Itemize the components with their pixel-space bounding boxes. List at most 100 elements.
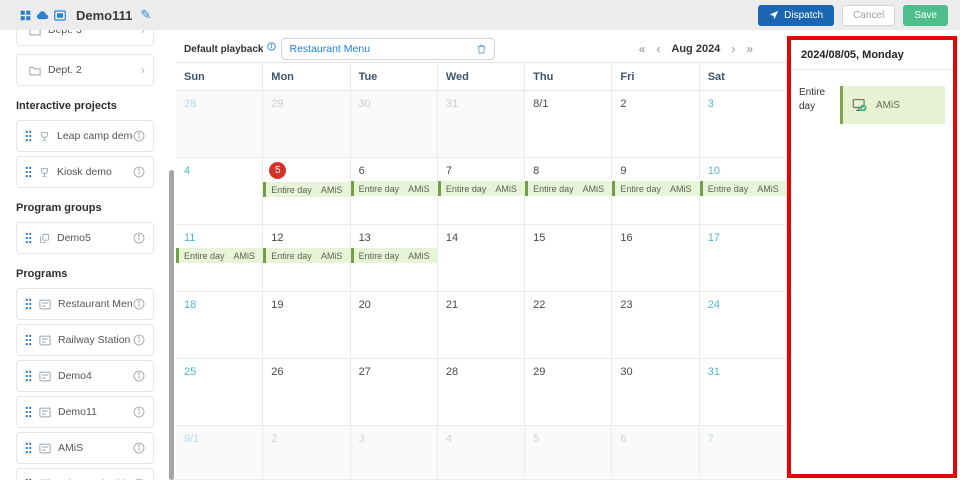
sidebar-item-railway-station-demo[interactable]: Railway Station Demo (16, 324, 154, 356)
info-icon[interactable] (133, 406, 145, 418)
calendar-cell-5[interactable]: 5 (525, 426, 613, 480)
info-icon[interactable] (133, 232, 145, 244)
calendar-cell-24[interactable]: 24 (699, 292, 787, 359)
save-button[interactable]: Save (903, 4, 948, 26)
calendar-cell-17[interactable]: 17 (699, 225, 787, 292)
item-label: Railway Station Demo (58, 334, 133, 346)
drag-handle-icon[interactable] (25, 442, 32, 454)
default-playback-group: Default playback Restaurant Menu (184, 38, 496, 60)
calendar-cell-3[interactable]: 3 (350, 426, 438, 480)
calendar-cell-9-1[interactable]: 9/1 (176, 426, 264, 480)
calendar-cell-12[interactable]: 12 Entire day AMiS (263, 225, 351, 292)
event-chip[interactable]: Entire day AMiS (350, 248, 437, 263)
calendar-cell-5[interactable]: 5 Entire day AMiS (263, 158, 351, 225)
calendar-cell-23[interactable]: 23 (612, 292, 700, 359)
calendar-cell-28[interactable]: 28 (437, 359, 526, 426)
drag-handle-icon[interactable] (25, 130, 32, 142)
calendar-cell-7[interactable]: 7 (699, 426, 787, 480)
calendar-cell-30[interactable]: 30 (612, 359, 700, 426)
day-number: 16 (620, 232, 633, 244)
calendar-cell-9[interactable]: 9 Entire day AMiS (612, 158, 700, 225)
calendar-cell-11[interactable]: 11 Entire day AMiS (176, 225, 264, 292)
calendar-cell-13[interactable]: 13 Entire day AMiS (350, 225, 438, 292)
event-chip[interactable]: Entire day AMiS (699, 181, 786, 196)
event-chip[interactable]: Entire day AMiS (612, 181, 699, 196)
calendar-cell-29[interactable]: 29 (263, 91, 351, 158)
event-time-label: Entire day (358, 250, 400, 261)
edit-title-icon[interactable]: ✎ (140, 7, 151, 23)
next-month-button[interactable]: › (731, 42, 735, 56)
event-name-label: AMiS (320, 184, 343, 195)
calendar-cell-15[interactable]: 15 (525, 225, 613, 292)
calendar-cell-31[interactable]: 31 (699, 359, 787, 426)
calendar-cell-30[interactable]: 30 (350, 91, 438, 158)
calendar-cell-6[interactable]: 6 (612, 426, 700, 480)
sidebar-item-demo5[interactable]: Demo5 (16, 222, 154, 254)
program-icon (39, 335, 51, 346)
calendar-cell-19[interactable]: 19 (263, 292, 351, 359)
info-icon[interactable] (133, 442, 145, 454)
info-icon[interactable] (133, 334, 145, 346)
info-icon[interactable] (133, 130, 145, 142)
info-icon[interactable] (133, 298, 145, 310)
next-year-button[interactable]: » (746, 42, 753, 56)
sidebar-item-demo11[interactable]: Demo11 (16, 396, 154, 428)
calendar-cell-10[interactable]: 10 Entire day AMiS (699, 158, 787, 225)
event-name-label: AMiS (582, 183, 605, 194)
calendar-cell-16[interactable]: 16 (612, 225, 700, 292)
calendar-cell-4[interactable]: 4 (437, 426, 526, 480)
event-chip[interactable]: Entire day AMiS (176, 248, 263, 263)
drag-handle-icon[interactable] (25, 166, 32, 178)
folder-icon (29, 65, 41, 76)
event-chip[interactable]: Entire day AMiS (437, 181, 525, 196)
sidebar-item-restaurant-menu[interactable]: Restaurant Menu (16, 288, 154, 320)
drag-handle-icon[interactable] (25, 298, 32, 310)
calendar-cell-21[interactable]: 21 (437, 292, 526, 359)
event-chip[interactable]: Entire day AMiS (525, 181, 612, 196)
calendar-cell-8-1[interactable]: 8/1 (525, 91, 613, 158)
calendar-cell-29[interactable]: 29 (525, 359, 613, 426)
prev-month-button[interactable]: ‹ (656, 42, 660, 56)
delete-icon[interactable] (476, 43, 487, 55)
sidebar-scrollbar[interactable] (169, 170, 174, 480)
calendar-cell-22[interactable]: 22 (525, 292, 613, 359)
calendar-cell-7[interactable]: 7 Entire day AMiS (437, 158, 526, 225)
drag-handle-icon[interactable] (25, 406, 32, 418)
info-icon[interactable] (133, 166, 145, 178)
sidebar-item-demo4[interactable]: Demo4 (16, 360, 154, 392)
drag-handle-icon[interactable] (25, 370, 32, 382)
group-icon (39, 233, 50, 244)
dispatch-button[interactable]: Dispatch (758, 4, 835, 26)
calendar-cell-31[interactable]: 31 (437, 91, 526, 158)
sidebar-item-advantech-video[interactable]: Advantech Video (16, 468, 154, 480)
calendar-cell-8[interactable]: 8 Entire day AMiS (525, 158, 613, 225)
info-icon[interactable] (267, 41, 277, 51)
calendar-cell-26[interactable]: 26 (263, 359, 351, 426)
sidebar-item-leap-camp-demo[interactable]: Leap camp demo (16, 120, 154, 152)
calendar-cell-18[interactable]: 18 (176, 292, 264, 359)
event-chip[interactable]: Entire day AMiS (263, 182, 350, 197)
calendar-cell-6[interactable]: 6 Entire day AMiS (350, 158, 438, 225)
drag-handle-icon[interactable] (25, 334, 32, 346)
panel-event-chip[interactable]: AMiS (840, 86, 945, 124)
calendar-cell-3[interactable]: 3 (699, 91, 787, 158)
calendar-cell-28[interactable]: 28 (176, 91, 264, 158)
cancel-button[interactable]: Cancel (842, 4, 896, 26)
calendar-cell-20[interactable]: 20 (350, 292, 438, 359)
sidebar-item-dept-3[interactable]: Dept. 3 › (16, 30, 154, 46)
drag-handle-icon[interactable] (25, 232, 32, 244)
sidebar-item-dept-2[interactable]: Dept. 2 › (16, 54, 154, 86)
info-icon[interactable] (133, 370, 145, 382)
default-playback-select[interactable]: Restaurant Menu (281, 38, 496, 60)
calendar-cell-4[interactable]: 4 (176, 158, 264, 225)
prev-year-button[interactable]: « (639, 42, 646, 56)
event-chip[interactable]: Entire day AMiS (263, 248, 350, 263)
calendar-cell-2[interactable]: 2 (263, 426, 351, 480)
calendar-cell-27[interactable]: 27 (350, 359, 438, 426)
calendar-cell-2[interactable]: 2 (612, 91, 700, 158)
sidebar-item-kiosk-demo[interactable]: Kiosk demo (16, 156, 154, 188)
calendar-cell-25[interactable]: 25 (176, 359, 264, 426)
sidebar-item-amis[interactable]: AMiS (16, 432, 154, 464)
event-chip[interactable]: Entire day AMiS (350, 181, 437, 196)
calendar-cell-14[interactable]: 14 (437, 225, 526, 292)
